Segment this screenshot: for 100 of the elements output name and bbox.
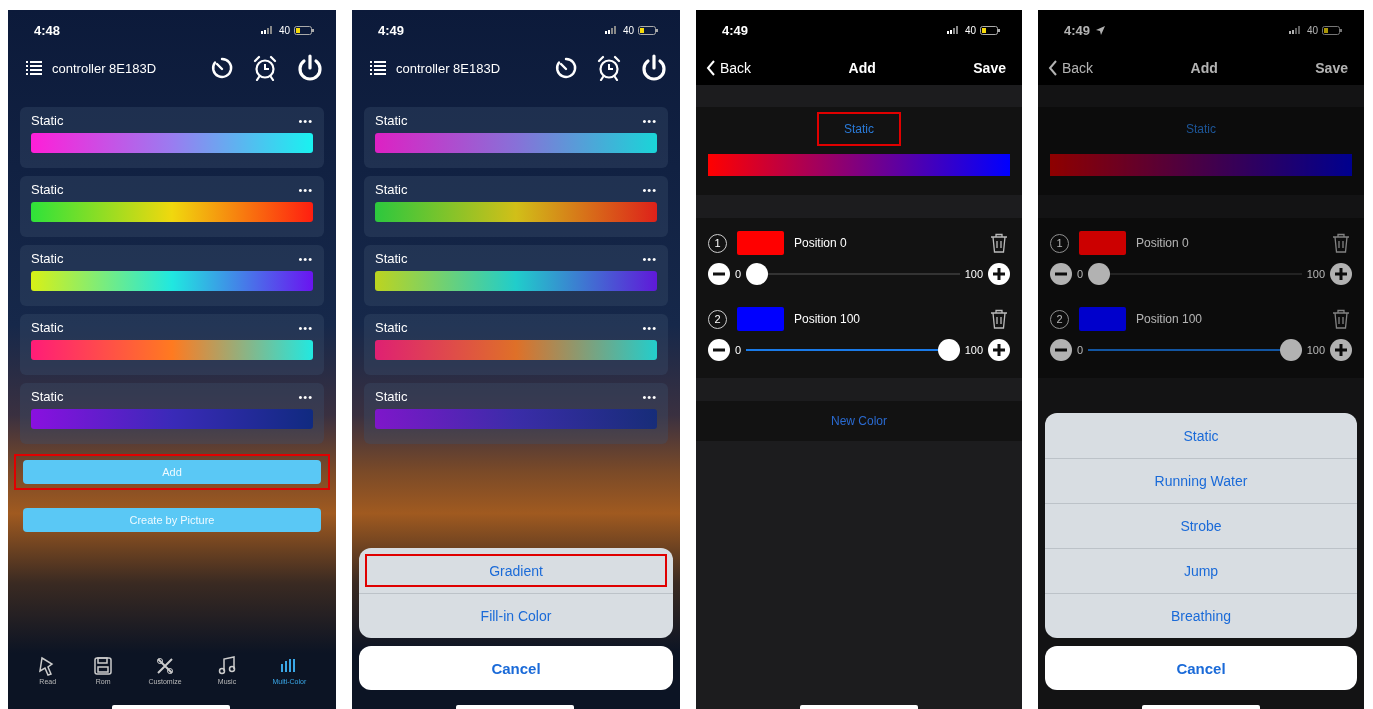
- slider-max-label: 100: [964, 344, 983, 356]
- trash-icon[interactable]: [1332, 309, 1350, 329]
- slider-thumb[interactable]: [746, 263, 769, 285]
- position-label: Position 100: [794, 312, 861, 326]
- save-button[interactable]: Save: [973, 59, 1006, 76]
- position-label: Position 0: [1136, 236, 1189, 250]
- preset-card[interactable]: Static •••: [20, 383, 324, 444]
- menu-option[interactable]: Running Water: [1045, 458, 1357, 503]
- slider-min-label: 0: [1077, 344, 1084, 356]
- slider-thumb[interactable]: [1279, 339, 1302, 361]
- more-menu-button[interactable]: •••: [298, 252, 313, 265]
- back-button[interactable]: Back: [706, 59, 752, 76]
- alarm-clock-icon[interactable]: [596, 55, 622, 81]
- minus-button-icon[interactable]: [708, 339, 730, 361]
- slider-min-label: 0: [735, 344, 742, 356]
- power-icon[interactable]: [640, 54, 668, 82]
- list-menu-icon[interactable]: [26, 60, 42, 76]
- more-menu-button[interactable]: •••: [642, 114, 657, 127]
- slider-max-label: 100: [964, 268, 983, 280]
- battery-level-text: 40: [622, 24, 634, 36]
- alarm-clock-icon[interactable]: [252, 55, 278, 81]
- minus-button-icon[interactable]: [1050, 339, 1072, 361]
- cancel-button[interactable]: Cancel: [1045, 646, 1357, 690]
- position-label: Position 0: [794, 236, 847, 250]
- list-menu-icon[interactable]: [370, 60, 386, 76]
- menu-option[interactable]: Jump: [1045, 548, 1357, 593]
- battery-icon: [294, 25, 314, 35]
- menu-option[interactable]: Fill-in Color: [359, 593, 673, 638]
- preset-card[interactable]: Static •••: [20, 245, 324, 306]
- preset-card[interactable]: Static •••: [364, 107, 668, 168]
- plus-button-icon[interactable]: [1330, 339, 1352, 361]
- chevron-left-icon: [1048, 59, 1058, 76]
- plus-button-icon[interactable]: [1330, 263, 1352, 285]
- slider-min-label: 0: [735, 268, 742, 280]
- battery-icon: [638, 25, 658, 35]
- plus-button-icon[interactable]: [988, 263, 1010, 285]
- more-menu-button[interactable]: •••: [298, 183, 313, 196]
- battery-icon: [1322, 25, 1342, 35]
- power-icon[interactable]: [296, 54, 324, 82]
- preset-card[interactable]: Static •••: [364, 176, 668, 237]
- color-swatch[interactable]: [737, 307, 784, 331]
- plus-button-icon[interactable]: [988, 339, 1010, 361]
- preset-card[interactable]: Static •••: [364, 383, 668, 444]
- menu-option[interactable]: Static: [1045, 413, 1357, 458]
- mode-selector[interactable]: Static: [817, 112, 901, 146]
- more-menu-button[interactable]: •••: [642, 252, 657, 265]
- preset-card[interactable]: Static •••: [20, 107, 324, 168]
- timer-icon[interactable]: [210, 56, 234, 80]
- crossed-tools-icon: [155, 656, 176, 676]
- preset-label: Static: [375, 182, 408, 197]
- color-swatch[interactable]: [1079, 231, 1126, 255]
- trash-icon[interactable]: [990, 233, 1008, 253]
- slider-max-label: 100: [1306, 344, 1325, 356]
- battery-icon: [980, 25, 1000, 35]
- preset-card[interactable]: Static •••: [20, 314, 324, 375]
- more-menu-button[interactable]: •••: [642, 183, 657, 196]
- back-button[interactable]: Back: [1048, 59, 1094, 76]
- preset-label: Static: [31, 320, 64, 335]
- color-swatch[interactable]: [1079, 307, 1126, 331]
- battery-level-text: 40: [1306, 24, 1318, 36]
- slider-thumb[interactable]: [937, 339, 960, 361]
- status-time: 4:48: [34, 22, 61, 38]
- preset-label: Static: [31, 113, 64, 128]
- preset-card[interactable]: Static •••: [364, 245, 668, 306]
- preset-card[interactable]: Static •••: [364, 314, 668, 375]
- trash-icon[interactable]: [990, 309, 1008, 329]
- preset-label: Static: [31, 389, 64, 404]
- status-time: 4:49: [722, 22, 749, 38]
- device-title: controller 8E183D: [52, 60, 157, 76]
- preset-label: Static: [375, 320, 408, 335]
- menu-option[interactable]: Strobe: [1045, 503, 1357, 548]
- minus-button-icon[interactable]: [708, 263, 730, 285]
- save-button[interactable]: Save: [1315, 59, 1348, 76]
- menu-option[interactable]: Gradient: [359, 548, 673, 593]
- device-title: controller 8E183D: [396, 60, 501, 76]
- slider-track[interactable]: [1088, 339, 1302, 361]
- minus-button-icon[interactable]: [1050, 263, 1072, 285]
- position-label: Position 100: [1136, 312, 1203, 326]
- cancel-button[interactable]: Cancel: [359, 646, 673, 690]
- color-swatch[interactable]: [737, 231, 784, 255]
- chevron-left-icon: [706, 59, 716, 76]
- more-menu-button[interactable]: •••: [298, 390, 313, 403]
- slider-thumb[interactable]: [1088, 263, 1111, 285]
- trash-icon[interactable]: [1332, 233, 1350, 253]
- timer-icon[interactable]: [554, 56, 578, 80]
- more-menu-button[interactable]: •••: [298, 321, 313, 334]
- more-menu-button[interactable]: •••: [642, 321, 657, 334]
- more-menu-button[interactable]: •••: [642, 390, 657, 403]
- slider-max-label: 100: [1306, 268, 1325, 280]
- preset-label: Static: [375, 113, 408, 128]
- signal-icon: [1288, 26, 1303, 34]
- menu-option[interactable]: Breathing: [1045, 593, 1357, 638]
- preset-card[interactable]: Static •••: [20, 176, 324, 237]
- screen-title: Add: [848, 59, 876, 76]
- music-note-icon: [217, 656, 237, 676]
- signal-icon: [604, 26, 619, 34]
- preset-label: Static: [375, 251, 408, 266]
- signal-icon: [260, 26, 275, 34]
- battery-level-text: 40: [964, 24, 976, 36]
- more-menu-button[interactable]: •••: [298, 114, 313, 127]
